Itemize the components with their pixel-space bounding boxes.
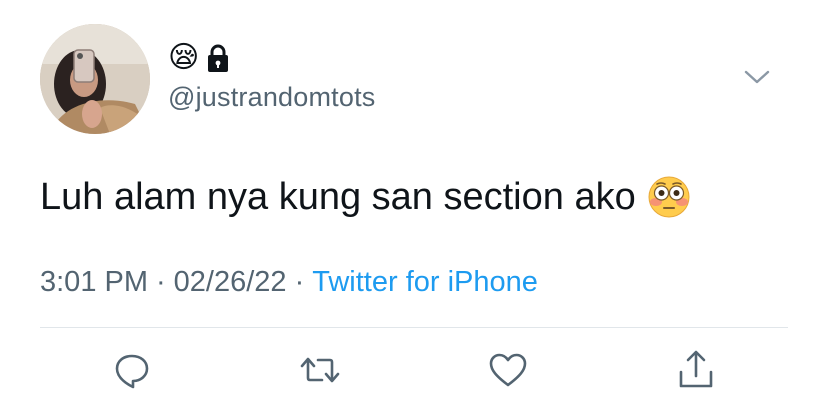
user-handle[interactable]: @justrandomtots [168,82,376,113]
chevron-down-icon[interactable] [744,68,770,86]
lock-icon [208,44,229,72]
action-bar [0,348,828,398]
divider [40,327,788,328]
display-name: 😪 [168,40,229,76]
like-button[interactable] [486,348,530,392]
tweet-source-link[interactable]: Twitter for iPhone [312,266,538,298]
tweet-time: 3:01 PM [40,266,148,298]
sleepy-face-emoji: 😪 [168,41,200,74]
retweet-icon [300,357,340,383]
tweet-text: Luh alam nya kung san section ako [40,176,636,218]
share-icon [679,350,713,388]
like-icon [489,353,527,387]
reply-icon [115,354,149,389]
tweet-date: 02/26/22 [173,266,287,298]
avatar[interactable] [40,24,150,134]
meta-separator: · [294,266,305,298]
share-button[interactable] [674,348,718,392]
avatar-photo [40,24,150,134]
tweet-meta: 3:01 PM · 02/26/22 · Twitter for iPhone [40,266,538,299]
flushed-face-emoji [648,176,690,218]
tweet-body: Luh alam nya kung san section ako [40,172,690,222]
retweet-button[interactable] [298,348,342,392]
meta-separator: · [156,266,166,298]
reply-button[interactable] [110,348,154,392]
